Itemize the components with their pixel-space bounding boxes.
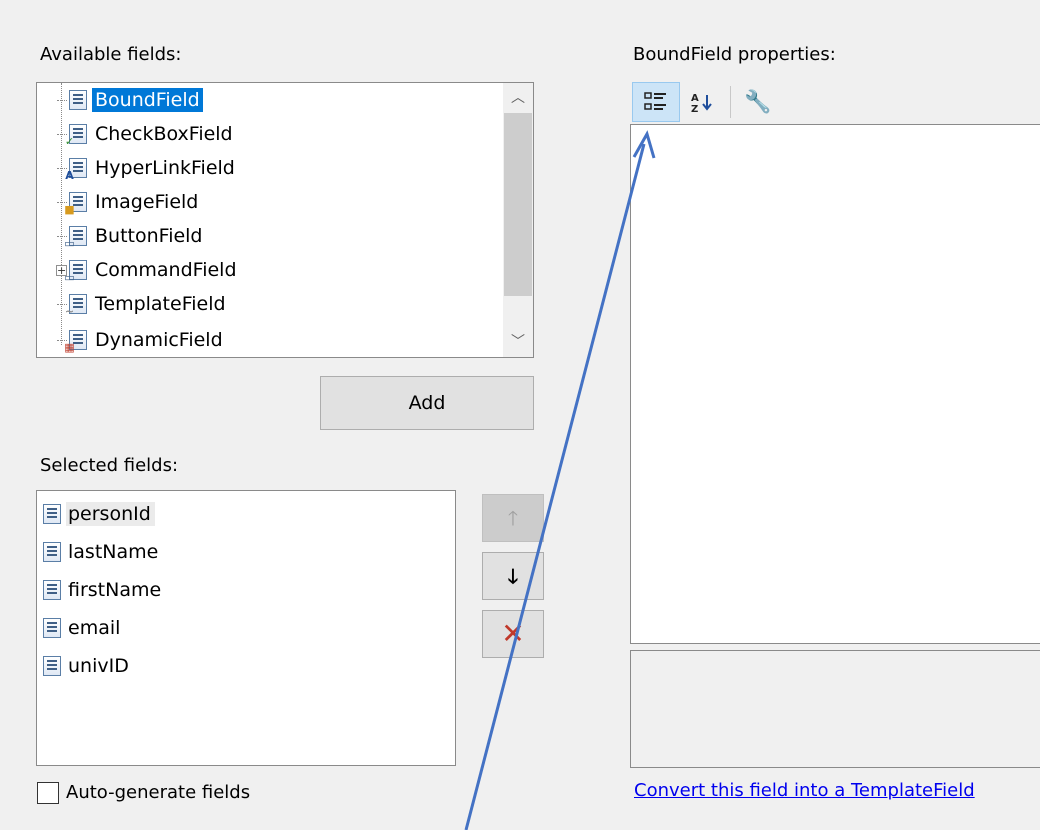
arrow-up-icon: 🡑 <box>507 506 519 530</box>
list-item[interactable]: firstName <box>43 573 165 607</box>
alphabetical-button[interactable]: A Z <box>682 82 722 122</box>
dynamicfield-icon: ▦ <box>64 330 87 354</box>
delete-x-icon: ✕ <box>501 617 525 650</box>
boundfield-icon <box>43 542 61 562</box>
boundfield-icon <box>43 618 61 638</box>
svg-text:A: A <box>691 93 699 104</box>
alphabetical-icon: A Z <box>691 93 712 114</box>
tree-item-boundfield[interactable]: BoundField <box>57 83 203 117</box>
list-item[interactable]: personId <box>43 497 155 531</box>
commandfield-icon: ▭ <box>64 260 87 284</box>
list-item[interactable]: univID <box>43 649 133 683</box>
checkboxfield-icon: ✓ <box>65 124 87 148</box>
boundfield-icon <box>43 504 61 524</box>
tree-item-dynamicfield[interactable]: ▦ DynamicField <box>57 323 226 357</box>
auto-generate-label: Auto-generate fields <box>66 782 251 803</box>
tree-item-templatefield[interactable]: ~ TemplateField <box>57 287 229 321</box>
arrow-down-icon: 🡓 <box>507 564 519 588</box>
toolbar-separator <box>730 86 731 118</box>
tree-item-commandfield[interactable]: ▭ CommandField <box>57 253 240 287</box>
auto-generate-checkbox[interactable] <box>37 782 59 804</box>
boundfield-icon <box>69 90 87 110</box>
scroll-up-icon[interactable]: ︿ <box>503 85 533 111</box>
selected-fields-label: Selected fields: <box>40 455 179 476</box>
categorized-button[interactable] <box>632 82 680 122</box>
svg-text:Z: Z <box>691 104 698 114</box>
hyperlinkfield-icon: A <box>65 158 87 182</box>
convert-template-link[interactable]: Convert this field into a TemplateField <box>634 780 975 801</box>
tree-item-imagefield[interactable]: ■ ImageField <box>57 185 201 219</box>
available-fields-list[interactable]: BoundField ✓ CheckBoxField A HyperLinkFi… <box>36 82 534 358</box>
list-item[interactable]: email <box>43 611 124 645</box>
property-pages-button[interactable]: 🔧 <box>738 82 778 122</box>
property-description <box>630 650 1040 768</box>
categorized-icon <box>644 92 666 110</box>
tree-item-buttonfield[interactable]: ▭ ButtonField <box>57 219 206 253</box>
available-fields-label: Available fields: <box>40 44 182 65</box>
list-item[interactable]: lastName <box>43 535 162 569</box>
scroll-thumb[interactable] <box>504 113 532 296</box>
properties-label: BoundField properties: <box>633 44 836 65</box>
buttonfield-icon: ▭ <box>64 226 87 250</box>
templatefield-icon: ~ <box>65 294 87 318</box>
property-grid[interactable] <box>630 124 1040 644</box>
add-button[interactable]: Add <box>320 376 534 430</box>
imagefield-icon: ■ <box>64 192 87 216</box>
boundfield-icon <box>43 580 61 600</box>
selected-fields-list[interactable]: personId lastName firstName email univID <box>36 490 456 766</box>
scroll-down-icon[interactable]: ﹀ <box>503 329 533 355</box>
delete-button[interactable]: ✕ <box>482 610 544 658</box>
move-up-button[interactable]: 🡑 <box>482 494 544 542</box>
tree-item-checkboxfield[interactable]: ✓ CheckBoxField <box>57 117 236 151</box>
boundfield-icon <box>43 656 61 676</box>
available-scrollbar[interactable]: ︿ ﹀ <box>503 83 533 357</box>
tree-item-hyperlinkfield[interactable]: A HyperLinkField <box>57 151 238 185</box>
move-down-button[interactable]: 🡓 <box>482 552 544 600</box>
property-pages-icon: 🔧 <box>744 89 772 115</box>
